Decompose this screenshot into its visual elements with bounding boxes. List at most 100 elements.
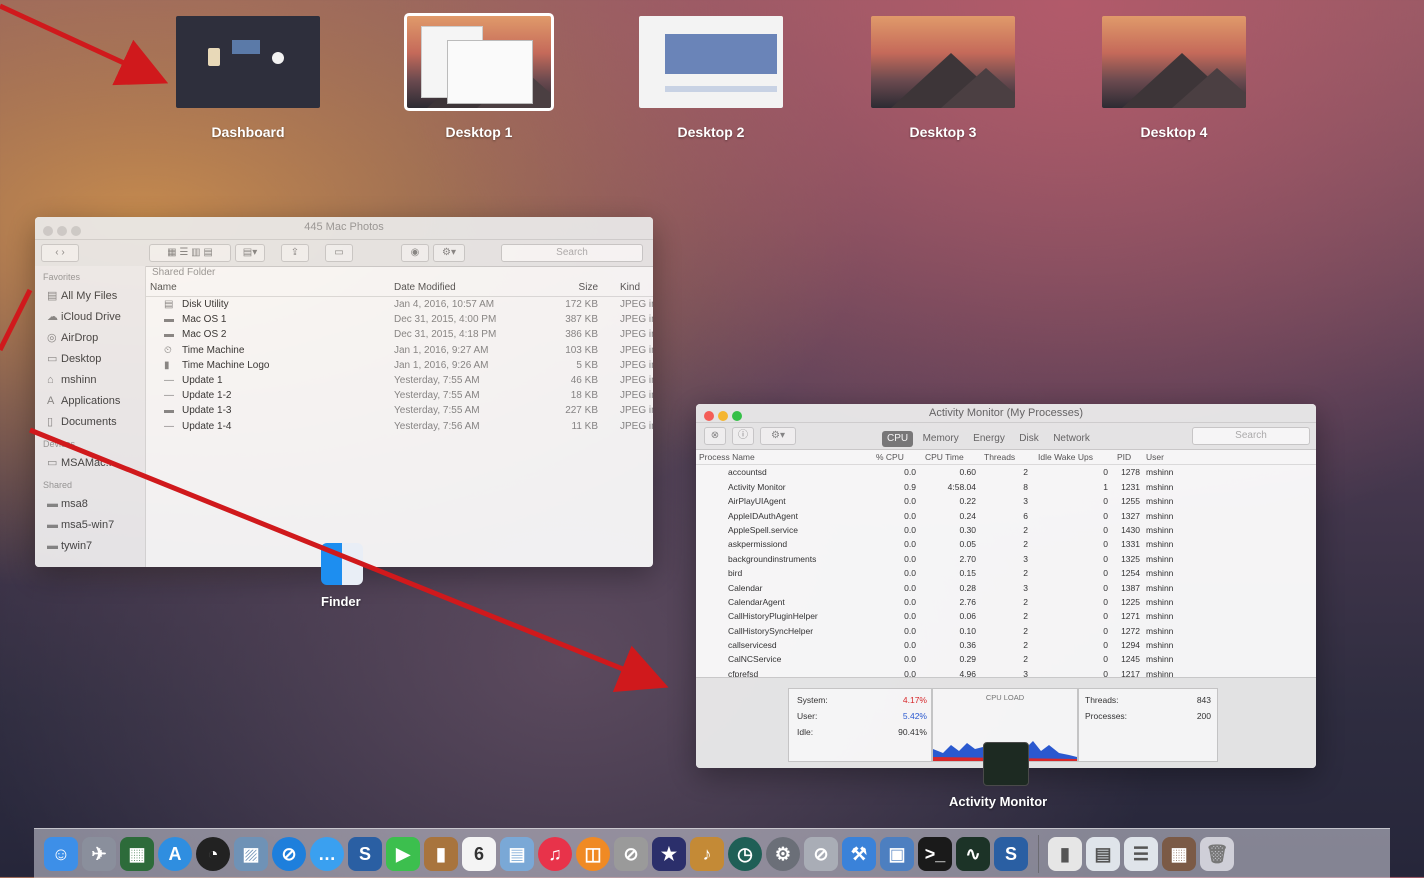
process-row[interactable]: CalNCService 0.0 0.29 2 0 1245 mshinn — [696, 652, 1316, 666]
sidebar-item-documents[interactable]: ▯ Documents — [35, 412, 145, 433]
column-name[interactable]: Name — [150, 280, 177, 296]
search-field[interactable]: Search — [501, 244, 643, 262]
sidebar-item-applications[interactable]: A Applications — [35, 391, 145, 412]
view-mode-buttons[interactable]: ▦ ☰ ▥ ▤ — [149, 244, 231, 262]
sidebar-item-shared[interactable]: ▬ tywin7 — [35, 536, 145, 557]
file-row[interactable]: ▬ Mac OS 2 Dec 31, 2015, 4:18 PM 386 KB JPEG… — [146, 327, 653, 342]
sidebar-item-home[interactable]: ⌂ mshinn — [35, 370, 145, 391]
process-row[interactable]: backgroundinstruments 0.0 2.70 3 0 1325 mshinn — [696, 552, 1316, 566]
column-size[interactable]: Size — [546, 280, 598, 296]
share-button[interactable]: ⇪ — [281, 244, 309, 262]
column-user[interactable]: User — [1146, 450, 1164, 464]
process-row[interactable]: AppleIDAuthAgent 0.0 0.24 6 0 1327 mshinn — [696, 509, 1316, 523]
process-row[interactable]: askpermissiond 0.0 0.05 2 0 1331 mshinn — [696, 537, 1316, 551]
tab-disk[interactable]: Disk — [1014, 431, 1043, 447]
file-row[interactable]: — Update 1-2 Yesterday, 7:55 AM 18 KB JPEG i… — [146, 388, 653, 403]
column-cpu[interactable]: % CPU — [876, 450, 904, 464]
garageband-icon[interactable]: ♪ — [690, 837, 724, 871]
process-row[interactable]: CallHistoryPluginHelper 0.0 0.06 2 0 1271 mshi… — [696, 609, 1316, 623]
time-machine-icon[interactable]: ◷ — [728, 837, 762, 871]
safari-icon[interactable]: ⊘ — [272, 837, 306, 871]
arrange-button[interactable]: ▤▾ — [235, 244, 265, 262]
finder-titlebar[interactable]: 445 Mac Photos — [35, 217, 653, 240]
action-button[interactable]: ⚙▾ — [433, 244, 465, 262]
disk-utility-icon[interactable]: ⊘ — [804, 837, 838, 871]
gear-icon[interactable]: ⚙▾ — [760, 427, 796, 445]
screen-sharing-icon[interactable]: ▣ — [880, 837, 914, 871]
column-kind[interactable]: Kind — [620, 280, 640, 296]
file-row[interactable]: — Update 1-4 Yesterday, 7:56 AM 11 KB JPEG i… — [146, 419, 653, 434]
list-stack-icon[interactable]: ☰ — [1124, 837, 1158, 871]
file-row[interactable]: ▤ Disk Utility Jan 4, 2016, 10:57 AM 172 KB… — [146, 297, 653, 312]
space-dashboard[interactable]: Dashboard — [176, 16, 320, 140]
finder-window[interactable]: 445 Mac Photos ‹ › ▦ ☰ ▥ ▤ ▤▾ ⇪ ▭ ◉ ⚙▾ S… — [35, 217, 653, 567]
file-row[interactable]: ▮ Time Machine Logo Jan 1, 2016, 9:26 AM 5 … — [146, 358, 653, 373]
sidebar-item-desktop[interactable]: ▭ Desktop — [35, 349, 145, 370]
image-capture-icon[interactable]: ▤ — [500, 837, 534, 871]
launchpad-icon[interactable]: ✈ — [82, 837, 116, 871]
column-cpu-time[interactable]: CPU Time — [925, 450, 964, 464]
column-process-name[interactable]: Process Name — [699, 450, 755, 464]
process-row[interactable]: bird 0.0 0.15 2 0 1254 mshinn — [696, 566, 1316, 580]
preview-icon[interactable]: ▨ — [234, 837, 268, 871]
column-pid[interactable]: PID — [1117, 450, 1131, 464]
space-desktop-3[interactable]: Desktop 3 — [871, 16, 1015, 140]
am-search-field[interactable]: Search — [1192, 427, 1310, 445]
process-row[interactable]: CalendarAgent 0.0 2.76 2 0 1225 mshinn — [696, 595, 1316, 609]
column-threads[interactable]: Threads — [984, 450, 1015, 464]
space-desktop-2[interactable]: Desktop 2 — [639, 16, 783, 140]
space-desktop-4[interactable]: Desktop 4 — [1102, 16, 1246, 140]
activity-monitor-dock-icon[interactable]: ∿ — [956, 837, 990, 871]
sidebar-item-device[interactable]: ▭ MSAMac... — [35, 453, 145, 474]
stop-process-button[interactable]: ⊗ — [704, 427, 726, 445]
inspect-button[interactable]: ⓘ — [732, 427, 754, 445]
documents-stack-icon[interactable]: ▤ — [1086, 837, 1120, 871]
dashboard-icon[interactable]: ◔ — [196, 837, 230, 871]
column-date[interactable]: Date Modified — [394, 280, 456, 296]
process-row[interactable]: accountsd 0.0 0.60 2 0 1278 mshinn — [696, 465, 1316, 479]
tab-cpu[interactable]: CPU — [882, 431, 914, 447]
app-store-icon[interactable]: A — [158, 837, 192, 871]
process-row[interactable]: Calendar 0.0 0.28 3 0 1387 mshinn — [696, 581, 1316, 595]
calendar-icon[interactable]: 6 — [462, 837, 496, 871]
tab-network[interactable]: Network — [1048, 431, 1095, 447]
process-row[interactable]: callservicesd 0.0 0.36 2 0 1294 mshinn — [696, 638, 1316, 652]
tab-energy[interactable]: Energy — [968, 431, 1010, 447]
messages-icon[interactable]: … — [310, 837, 344, 871]
system-preferences-icon[interactable]: ⚙ — [766, 837, 800, 871]
trash-icon[interactable]: 🗑 — [1200, 837, 1234, 871]
finder-dock-icon[interactable]: ☺ — [44, 837, 78, 871]
am-titlebar[interactable]: Activity Monitor (My Processes) — [696, 404, 1316, 423]
ibooks-icon[interactable]: ◫ — [576, 837, 610, 871]
file-row[interactable]: — Update 1 Yesterday, 7:55 AM 46 KB JPEG in — [146, 373, 653, 388]
tab-memory[interactable]: Memory — [918, 431, 964, 447]
itunes-icon[interactable]: ♫ — [538, 837, 572, 871]
space-desktop-1[interactable]: Desktop 1 — [404, 13, 554, 140]
activity-monitor-window[interactable]: Activity Monitor (My Processes) ⊗ ⓘ ⚙▾ C… — [696, 404, 1316, 768]
back-forward-buttons[interactable]: ‹ › — [41, 244, 79, 262]
sidebar-item-all-my-files[interactable]: ▤ All My Files — [35, 286, 145, 307]
tags-button[interactable]: ▭ — [325, 244, 353, 262]
mission-control-icon[interactable]: ▦ — [120, 837, 154, 871]
xcode-icon[interactable]: ⚒ — [842, 837, 876, 871]
file-row[interactable]: ▬ Mac OS 1 Dec 31, 2015, 4:00 PM 387 KB JPEG… — [146, 312, 653, 327]
process-row[interactable]: CallHistorySyncHelper 0.0 0.10 2 0 1272 mshinn — [696, 624, 1316, 638]
sidebar-item-icloud-drive[interactable]: ☁ iCloud Drive — [35, 307, 145, 328]
process-row[interactable]: AppleSpell.service 0.0 0.30 2 0 1430 mshinn — [696, 523, 1316, 537]
s-app-icon[interactable]: S — [348, 837, 382, 871]
s-app-2-icon[interactable]: S — [994, 837, 1028, 871]
facetime-icon[interactable]: ▶ — [386, 837, 420, 871]
process-row[interactable]: Activity Monitor 0.9 4:58.04 8 1 1231 mshinn — [696, 480, 1316, 494]
sidebar-item-airdrop[interactable]: ◎ AirDrop — [35, 328, 145, 349]
column-idle-wake-ups[interactable]: Idle Wake Ups — [1038, 450, 1093, 464]
process-row[interactable]: AirPlayUIAgent 0.0 0.22 3 0 1255 mshinn — [696, 494, 1316, 508]
photos-stack-icon[interactable]: ▦ — [1162, 837, 1196, 871]
file-row[interactable]: ⏲ Time Machine Jan 1, 2016, 9:27 AM 103 KB J… — [146, 343, 653, 358]
downloads-stack-icon[interactable]: ▮ — [1048, 837, 1082, 871]
sidebar-item-shared[interactable]: ▬ msa5-win7 — [35, 515, 145, 536]
no-entry-app-icon[interactable]: ⊘ — [614, 837, 648, 871]
contacts-icon[interactable]: ▮ — [424, 837, 458, 871]
terminal-icon[interactable]: >_ — [918, 837, 952, 871]
file-row[interactable]: ▬ Update 1-3 Yesterday, 7:55 AM 227 KB JPEG … — [146, 403, 653, 418]
sidebar-item-shared[interactable]: ▬ msa8 — [35, 494, 145, 515]
